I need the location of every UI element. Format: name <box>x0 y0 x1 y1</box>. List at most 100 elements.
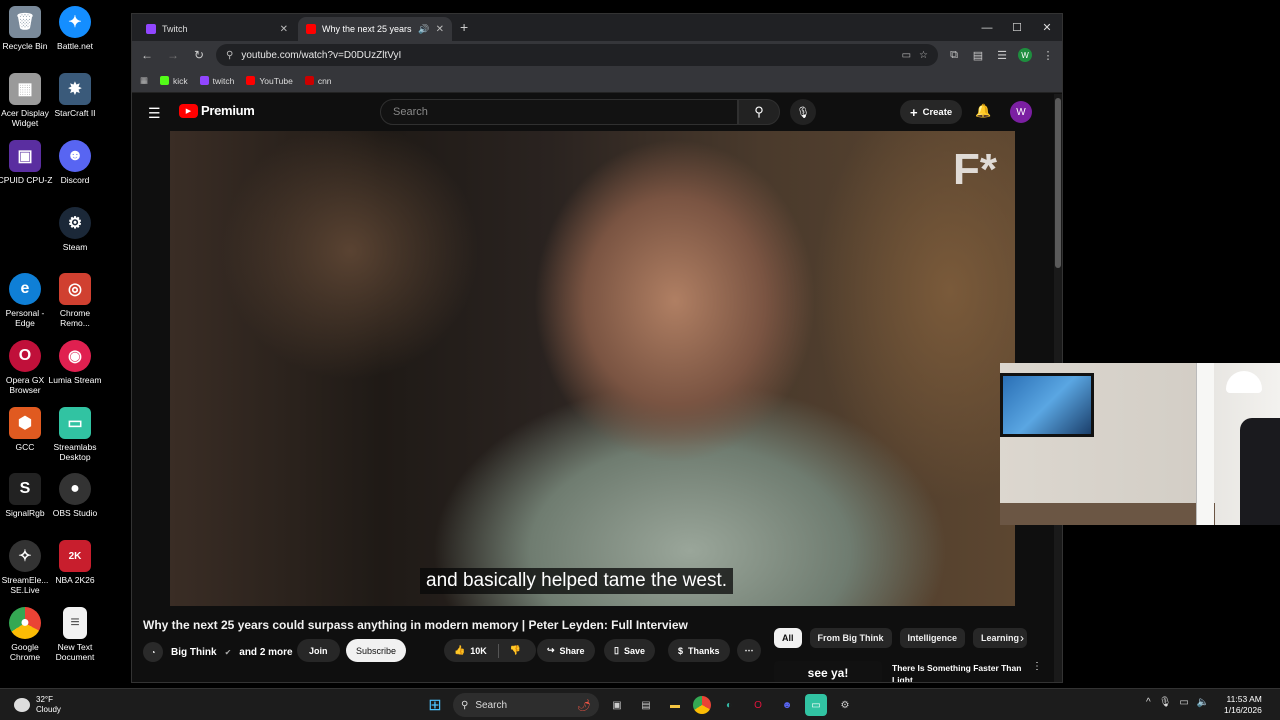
avatar[interactable]: W <box>1010 101 1032 123</box>
desktop-icon-recycle-bin[interactable]: 🗑 Recycle Bin <box>0 6 53 51</box>
desktop-icon-chrome-remote[interactable]: ◎ Chrome Remo... <box>47 273 103 328</box>
desktop-icon-steam[interactable]: ⚙ Steam <box>47 207 103 252</box>
join-button[interactable]: Join <box>297 639 340 662</box>
chip-intelligence[interactable]: Intelligence <box>899 628 966 648</box>
channel-name[interactable]: Big Think <box>171 647 217 658</box>
desktop-icon-cpuz[interactable]: ▣ CPUID CPU-Z <box>0 140 53 185</box>
video-player[interactable]: F* and basically helped tame the west. <box>170 131 1015 606</box>
share-button[interactable]: ↪ Share <box>537 639 595 662</box>
edge-icon[interactable]: ◐ <box>718 694 740 716</box>
downloads-icon[interactable]: ☰ <box>994 49 1010 62</box>
tab-twitch[interactable]: Twitch ✕ <box>138 17 296 41</box>
thumbs-down-icon[interactable]: 👎 <box>510 645 521 656</box>
youtube-logo[interactable]: ▶ Premium <box>179 103 255 118</box>
bookmark-twitch[interactable]: twitch <box>199 76 234 86</box>
voice-search-button[interactable]: 🎙 <box>790 99 816 125</box>
tab-title: Why the next 25 years coul <box>322 24 412 34</box>
save-label: Save <box>623 645 645 656</box>
save-button[interactable]: ▯ Save <box>604 639 655 662</box>
desktop-icon-gcc[interactable]: ⬢ GCC <box>0 407 53 452</box>
streamlabs-icon[interactable]: ▭ <box>805 694 827 716</box>
maximize-button[interactable]: ☐ <box>1002 14 1032 41</box>
microphone-icon[interactable]: 🎙 <box>1159 697 1172 708</box>
speaker-icon[interactable]: 🔊 <box>418 24 429 35</box>
desktop-icon-acer-display[interactable]: ▦ Acer Display Widget <box>0 73 53 128</box>
steam-icon[interactable]: ⚙ <box>834 694 856 716</box>
chip-from-big-think[interactable]: From Big Think <box>809 628 892 648</box>
recommended-thumbnail[interactable]: see ya! <box>774 661 882 682</box>
thanks-button[interactable]: $ Thanks <box>668 639 730 662</box>
desktop-icon-edge[interactable]: e Personal - Edge <box>0 273 53 328</box>
discord-icon[interactable]: ☻ <box>776 694 798 716</box>
desktop-icon-signalrgb[interactable]: S SignalRgb <box>0 473 53 518</box>
widgets-icon[interactable]: ▤ <box>635 694 657 716</box>
profile-avatar[interactable]: W <box>1018 48 1032 62</box>
chevron-up-icon[interactable]: ^ <box>1146 697 1151 708</box>
desktop-icon-lumia[interactable]: ◉ Lumia Stream <box>47 340 103 385</box>
forward-button[interactable]: → <box>164 48 182 62</box>
new-tab-button[interactable]: + <box>460 19 468 35</box>
channel-suffix[interactable]: and 2 more <box>239 647 292 658</box>
chip-all[interactable]: All <box>774 628 802 648</box>
tab-strip: Twitch ✕ Why the next 25 years coul 🔊 ✕ … <box>132 14 1062 41</box>
desktop-icon-streamelements[interactable]: ✧ StreamEle... SE.Live <box>0 540 53 595</box>
reload-button[interactable]: ↻ <box>190 48 208 62</box>
kebab-menu-icon[interactable]: ⋮ <box>1032 661 1042 672</box>
close-icon[interactable]: ✕ <box>436 24 444 35</box>
desktop-icon-label: Acer Display Widget <box>1 108 49 128</box>
channel-avatar[interactable]: ◔ <box>143 642 163 662</box>
desktop-icon-nba2k[interactable]: 2K NBA 2K26 <box>47 540 103 585</box>
subscribe-button[interactable]: Subscribe <box>346 639 407 662</box>
file-explorer-icon[interactable]: ▬ <box>664 694 686 716</box>
address-bar[interactable]: ⚲ youtube.com/watch?v=D0DUzZltVyI ▭ ☆ <box>216 44 938 66</box>
cast-icon[interactable]: ▭ <box>902 50 911 61</box>
chip-learning[interactable]: Learning <box>973 628 1028 648</box>
menu-icon[interactable]: ⋮ <box>1040 49 1056 62</box>
desktop-icon-streamlabs[interactable]: ▭ Streamlabs Desktop <box>47 407 103 462</box>
steam-icon: ⚙ <box>59 207 91 239</box>
desktop-icon-label: SignalRgb <box>5 508 45 518</box>
site-info-icon[interactable]: ⚲ <box>226 50 233 61</box>
taskbar-search[interactable]: ⚲ Search 🌶 <box>453 693 599 717</box>
search-button[interactable]: ⚲ <box>738 99 780 125</box>
task-view-icon[interactable]: ▣ <box>606 694 628 716</box>
star-icon[interactable]: ☆ <box>919 50 928 61</box>
apps-icon[interactable]: ▦ <box>140 75 148 86</box>
bookmark-cnn[interactable]: cnn <box>304 76 332 86</box>
bookmark-youtube[interactable]: YouTube <box>246 76 293 86</box>
create-button[interactable]: + Create <box>900 100 963 124</box>
close-icon[interactable]: ✕ <box>280 24 288 35</box>
opera-gx-icon[interactable]: O <box>747 694 769 716</box>
tab-youtube[interactable]: Why the next 25 years coul 🔊 ✕ <box>298 17 452 41</box>
back-button[interactable]: ← <box>138 48 156 62</box>
display-icon[interactable]: ▭ <box>1179 697 1188 708</box>
menu-icon[interactable]: ☰ <box>148 105 161 122</box>
desktop-icon-text-document[interactable]: ≡ New Text Document <box>47 607 103 662</box>
like-count[interactable]: 10K <box>470 646 487 656</box>
extensions-icon[interactable]: ⧉ <box>946 49 962 62</box>
notifications-icon[interactable]: 🔔 <box>975 103 991 119</box>
desktop-icon-chrome[interactable]: ● Google Chrome <box>0 607 53 662</box>
chevron-right-icon[interactable]: › <box>1020 631 1024 645</box>
desktop-icon-opera-gx[interactable]: O Opera GX Browser <box>0 340 53 395</box>
desktop-icon-battlenet[interactable]: ✦ Battle.net <box>47 6 103 51</box>
clock[interactable]: 11:53 AM 1/16/2026 <box>1224 694 1262 716</box>
windows-start-icon[interactable]: ⊞ <box>424 694 446 716</box>
scrollbar-thumb[interactable] <box>1055 98 1061 268</box>
desktop-icon-discord[interactable]: ☻ Discord <box>47 140 103 185</box>
minimize-button[interactable]: — <box>972 14 1002 41</box>
desktop-icon-starcraft[interactable]: ✸ StarCraft II <box>47 73 103 118</box>
more-actions-button[interactable]: ⋯ <box>737 639 761 662</box>
weather-widget[interactable]: 32°F Cloudy <box>14 695 61 715</box>
thumbs-up-icon[interactable]: 👍 <box>454 645 465 656</box>
close-window-button[interactable]: ✕ <box>1032 14 1062 41</box>
desktop-icon-obs[interactable]: ● OBS Studio <box>47 473 103 518</box>
volume-icon[interactable]: 🔈 <box>1197 697 1209 708</box>
chrome-icon[interactable] <box>693 696 711 714</box>
like-dislike-group: 👍 10K 👎 <box>444 639 536 662</box>
recommended-title[interactable]: There Is Something Faster Than Light <box>892 662 1022 682</box>
bookmark-kick[interactable]: kick <box>160 76 188 86</box>
search-input[interactable]: Search <box>380 99 738 125</box>
sidepanel-icon[interactable]: ▤ <box>970 49 986 62</box>
thanks-label: Thanks <box>688 645 720 656</box>
